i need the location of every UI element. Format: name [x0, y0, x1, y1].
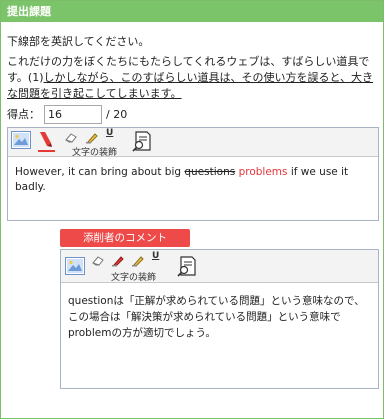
underline-icon[interactable]: U	[106, 128, 113, 138]
struck-word: questions	[184, 166, 236, 178]
red-marker-icon[interactable]	[36, 130, 56, 158]
comment-image-icon[interactable]	[65, 257, 85, 279]
assignment-panel: 提出課題 下線部を英訳してください。 これだけの力をぼくたちにもたらしてくれるウ…	[0, 0, 384, 419]
comment-editor-toolbar: U 文字の装飾	[61, 250, 378, 283]
comment-highlighter-icon[interactable]	[131, 252, 145, 271]
comment-tag: 添削者のコメント	[60, 229, 190, 247]
comment-underline-icon[interactable]: U	[152, 251, 159, 261]
score-total: / 20	[106, 107, 128, 121]
image-icon[interactable]	[11, 131, 31, 153]
panel-header: 提出課題	[1, 1, 383, 22]
text-decoration-caption: 文字の装飾	[72, 148, 118, 158]
answer-editor: U 文字の装飾 However, it can bring about big …	[7, 127, 379, 221]
score-row: 得点： / 20	[7, 104, 127, 124]
comment-editor: U 文字の装飾 questionは「正解が求められている問題」という意味なので、…	[60, 249, 379, 389]
comment-document-search-icon[interactable]	[176, 255, 198, 283]
task-instruction: 下線部を英訳してください。	[7, 35, 150, 48]
document-search-icon[interactable]	[131, 130, 153, 158]
task-paragraph: これだけの力をぼくたちにもたらしてくれるウェブは、すばらしい道具です。(1)しか…	[7, 54, 379, 102]
correction-word: problems	[238, 166, 288, 178]
comment-marker-icon[interactable]	[111, 252, 125, 271]
answer-editor-toolbar: U 文字の装飾	[8, 128, 378, 158]
answer-text-start: However, it can bring about big	[15, 166, 185, 178]
score-label: 得点：	[7, 108, 40, 121]
score-input[interactable]	[44, 104, 102, 124]
comment-text[interactable]: questionは「正解が求められている問題」という意味なので、この場合は「解決…	[68, 293, 371, 341]
answer-text[interactable]: However, it can bring about big question…	[15, 165, 371, 195]
comment-text-decoration-caption: 文字の装飾	[111, 273, 157, 283]
task-underlined-sentence: しかしながら、このすばらしい道具は、その使い方を誤ると、大きな問題を引き起こして…	[7, 71, 374, 100]
comment-eraser-icon[interactable]	[91, 252, 105, 271]
task-sentence-prefix: (1)	[27, 71, 44, 84]
